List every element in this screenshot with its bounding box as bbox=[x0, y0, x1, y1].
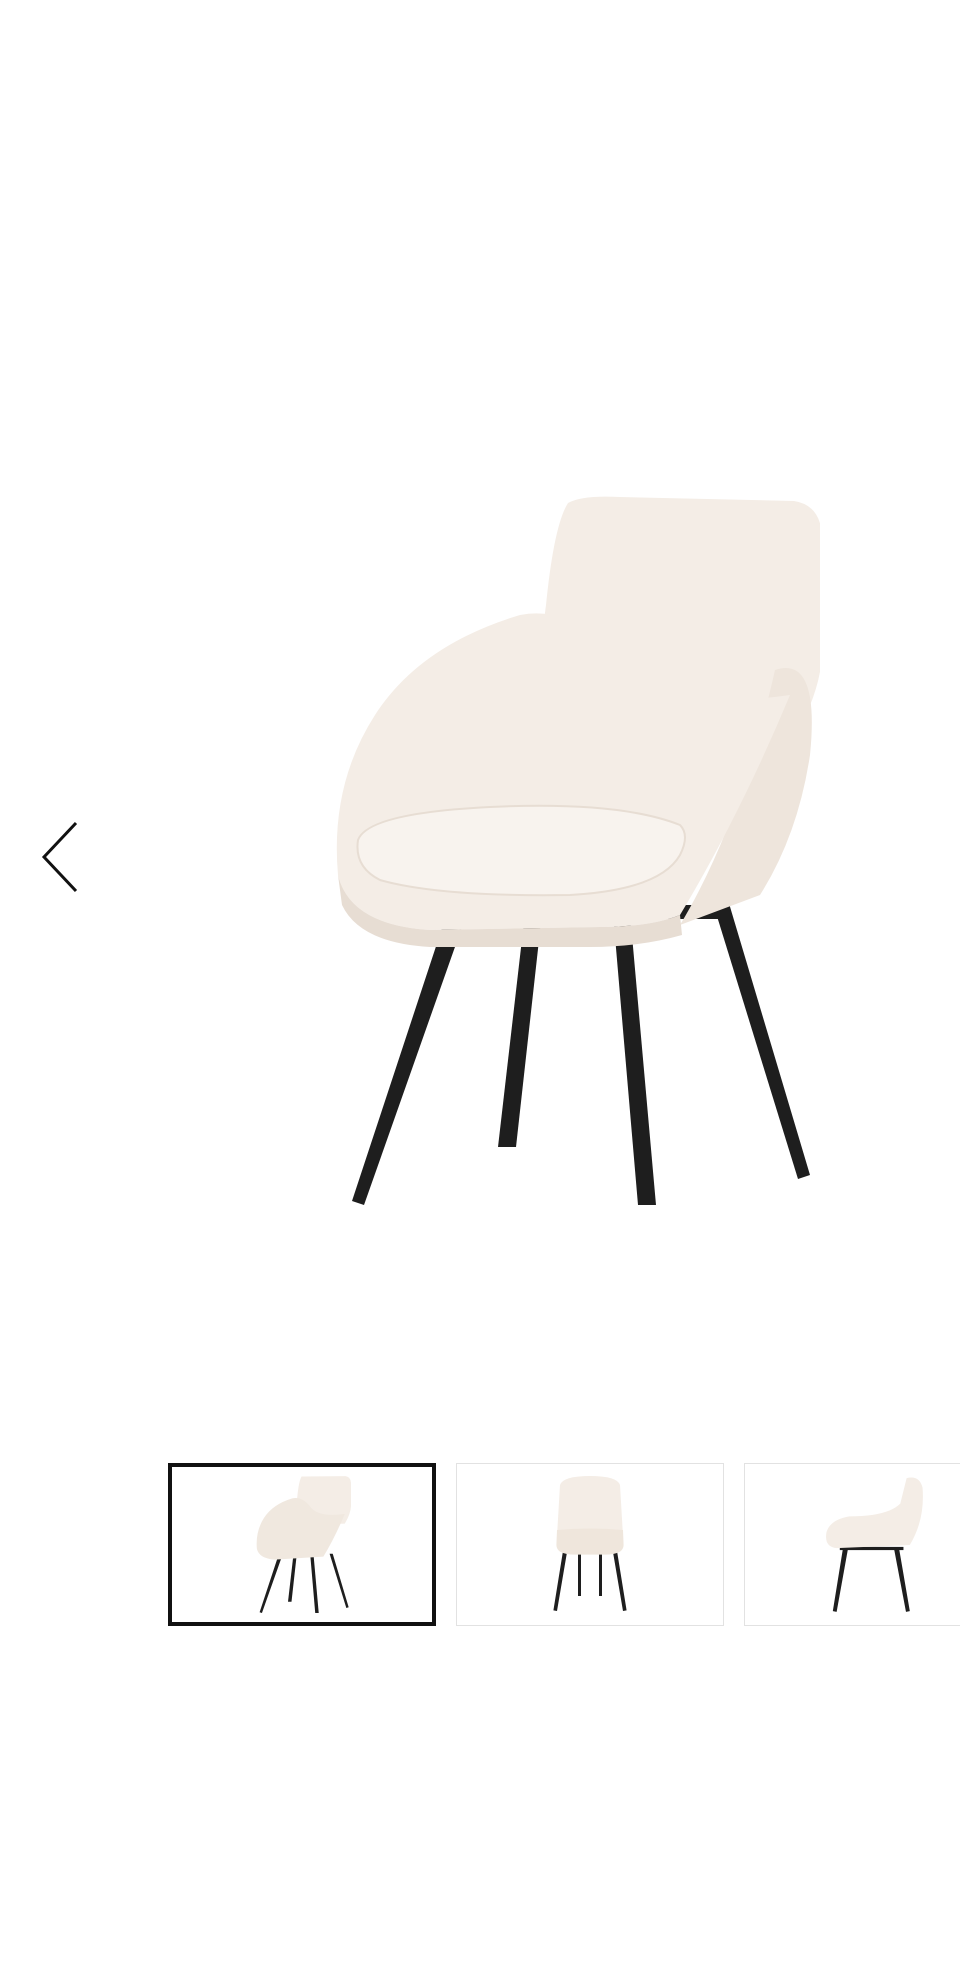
chair-image bbox=[336, 496, 820, 1205]
thumbnail-chair-three-quarter bbox=[256, 1475, 351, 1613]
thumbnail-chair-side bbox=[826, 1477, 923, 1612]
thumbnail-strip bbox=[168, 1463, 960, 1628]
thumbnail-3[interactable] bbox=[744, 1463, 960, 1626]
product-image-gallery bbox=[0, 0, 960, 1986]
main-product-image[interactable] bbox=[0, 0, 960, 1420]
previous-image-button[interactable] bbox=[36, 815, 86, 895]
thumbnail-2[interactable] bbox=[456, 1463, 724, 1626]
thumbnail-1[interactable] bbox=[168, 1463, 436, 1626]
chair-seat bbox=[356, 804, 686, 897]
thumbnail-chair-front bbox=[553, 1475, 627, 1611]
chevron-left-icon bbox=[41, 821, 78, 893]
